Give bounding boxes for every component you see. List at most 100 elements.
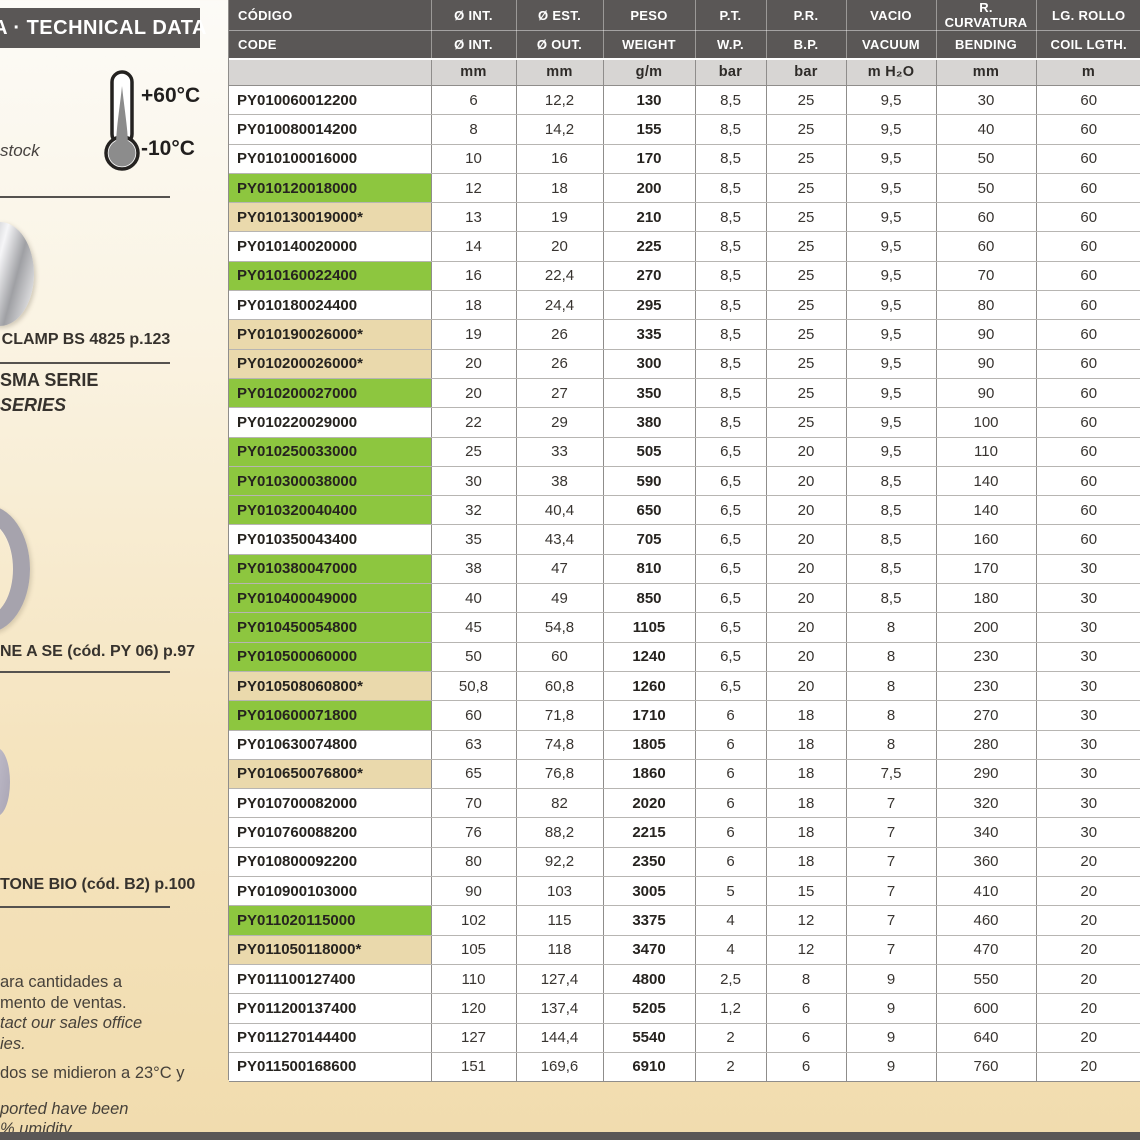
value-cell-rollo: 30: [1036, 554, 1140, 583]
value-cell-peso: 130: [603, 86, 695, 115]
value-cell-vacio: 9,5: [846, 291, 936, 320]
value-cell-vacio: 7,5: [846, 759, 936, 788]
value-cell-pt: 6,5: [695, 496, 766, 525]
value-cell-pt: 6,5: [695, 525, 766, 554]
value-cell-pr: 8: [766, 964, 846, 993]
value-cell-pt: 2: [695, 1023, 766, 1052]
value-cell-pr: 20: [766, 554, 846, 583]
code-cell: PY010650076800*: [229, 759, 431, 788]
value-cell-int: 65: [431, 759, 516, 788]
value-cell-est: 71,8: [516, 701, 603, 730]
value-cell-est: 26: [516, 349, 603, 378]
value-cell-vacio: 9,5: [846, 115, 936, 144]
value-cell-vacio: 9,5: [846, 232, 936, 261]
stock-label: stock: [0, 141, 40, 161]
value-cell-int: 80: [431, 847, 516, 876]
value-cell-vacio: 9: [846, 994, 936, 1023]
value-cell-int: 127: [431, 1023, 516, 1052]
value-cell-int: 16: [431, 261, 516, 290]
table-row: PY010080014200814,21558,5259,54060: [229, 115, 1140, 144]
value-cell-curvatura: 140: [936, 496, 1036, 525]
value-cell-est: 60,8: [516, 671, 603, 700]
value-cell-vacio: 9: [846, 1052, 936, 1081]
value-cell-rollo: 60: [1036, 232, 1140, 261]
value-cell-curvatura: 230: [936, 642, 1036, 671]
piston-photo: [0, 748, 10, 816]
value-cell-pt: 8,5: [695, 291, 766, 320]
code-cell: PY010760088200: [229, 818, 431, 847]
value-cell-est: 92,2: [516, 847, 603, 876]
value-cell-est: 24,4: [516, 291, 603, 320]
value-cell-pt: 6: [695, 701, 766, 730]
value-cell-int: 63: [431, 730, 516, 759]
col-header-int-unit: mm: [431, 59, 516, 86]
value-cell-int: 14: [431, 232, 516, 261]
value-cell-rollo: 60: [1036, 173, 1140, 202]
table-row: PY0110201150001021153375412746020: [229, 906, 1140, 935]
value-cell-pt: 6: [695, 759, 766, 788]
col-header-peso-bottom: WEIGHT: [603, 31, 695, 59]
piston-caption: TONE BIO (cód. B2) p.100: [0, 876, 195, 894]
code-cell: PY010130019000*: [229, 203, 431, 232]
value-cell-est: 40,4: [516, 496, 603, 525]
value-cell-rollo: 20: [1036, 847, 1140, 876]
value-cell-curvatura: 230: [936, 671, 1036, 700]
value-cell-est: 19: [516, 203, 603, 232]
value-cell-est: 115: [516, 906, 603, 935]
technical-data-table: CÓDIGOØ INT.Ø EST.PESOP.T.P.R.VACIOR. CU…: [229, 0, 1140, 1082]
col-header-int-bottom: Ø INT.: [431, 31, 516, 59]
note-line: tact our sales office: [0, 1013, 228, 1034]
value-cell-curvatura: 40: [936, 115, 1036, 144]
value-cell-peso: 1240: [603, 642, 695, 671]
value-cell-pt: 6,5: [695, 554, 766, 583]
code-cell: PY010350043400: [229, 525, 431, 554]
code-cell: PY010700082000: [229, 789, 431, 818]
value-cell-pt: 4: [695, 906, 766, 935]
value-cell-est: 43,4: [516, 525, 603, 554]
value-cell-rollo: 60: [1036, 437, 1140, 466]
value-cell-rollo: 60: [1036, 86, 1140, 115]
value-cell-curvatura: 270: [936, 701, 1036, 730]
code-cell: PY010100016000: [229, 144, 431, 173]
code-cell: PY010320040400: [229, 496, 431, 525]
value-cell-int: 40: [431, 584, 516, 613]
value-cell-int: 38: [431, 554, 516, 583]
col-header-rollo-bottom: COIL LGTH.: [1036, 31, 1140, 59]
value-cell-int: 19: [431, 320, 516, 349]
value-cell-peso: 1860: [603, 759, 695, 788]
value-cell-rollo: 60: [1036, 203, 1140, 232]
series-title-line1: SMA SERIE: [0, 370, 98, 391]
value-cell-pt: 5: [695, 877, 766, 906]
value-cell-rollo: 60: [1036, 466, 1140, 495]
value-cell-int: 30: [431, 466, 516, 495]
value-cell-pr: 12: [766, 935, 846, 964]
value-cell-rollo: 60: [1036, 291, 1140, 320]
footnotes-block: ara cantidades amento de ventas.tact our…: [0, 972, 228, 1140]
value-cell-est: 144,4: [516, 1023, 603, 1052]
value-cell-pt: 8,5: [695, 173, 766, 202]
value-cell-pr: 18: [766, 847, 846, 876]
table-row: PY01022002900022293808,5259,510060: [229, 408, 1140, 437]
value-cell-vacio: 8: [846, 671, 936, 700]
value-cell-pt: 6,5: [695, 671, 766, 700]
value-cell-int: 76: [431, 818, 516, 847]
code-cell: PY010380047000: [229, 554, 431, 583]
value-cell-vacio: 9,5: [846, 173, 936, 202]
value-cell-rollo: 30: [1036, 642, 1140, 671]
value-cell-peso: 590: [603, 466, 695, 495]
table-row: PY011100127400110127,448002,58955020: [229, 964, 1140, 993]
value-cell-pt: 8,5: [695, 349, 766, 378]
col-header-pt-bottom: W.P.: [695, 31, 766, 59]
value-cell-vacio: 9,5: [846, 349, 936, 378]
value-cell-est: 14,2: [516, 115, 603, 144]
value-cell-pt: 1,2: [695, 994, 766, 1023]
col-header-est-unit: mm: [516, 59, 603, 86]
value-cell-pt: 8,5: [695, 203, 766, 232]
value-cell-int: 13: [431, 203, 516, 232]
col-header-curvatura-bottom: BENDING: [936, 31, 1036, 59]
value-cell-rollo: 60: [1036, 408, 1140, 437]
value-cell-vacio: 9,5: [846, 203, 936, 232]
note-line: ported have been: [0, 1099, 228, 1120]
note-line: mento de ventas.: [0, 993, 228, 1014]
table-row: PY011050118000*1051183470412747020: [229, 935, 1140, 964]
